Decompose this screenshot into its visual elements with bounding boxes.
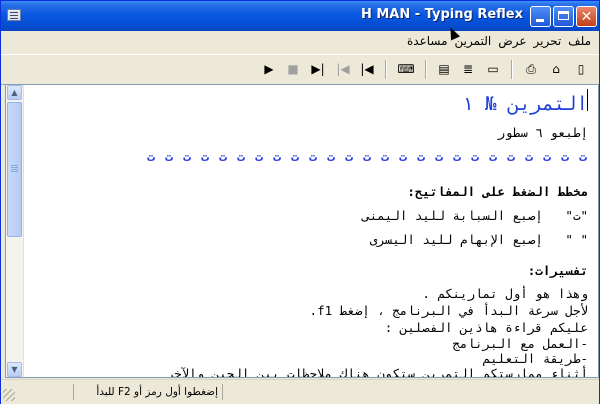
toolbar-separator — [385, 60, 387, 79]
open-icon[interactable]: ⌂ — [546, 60, 566, 78]
keyboard-app-icon[interactable] — [7, 9, 21, 21]
drill-char: ت — [471, 150, 479, 165]
keymap-key: " " — [565, 232, 588, 247]
page-lines-icon[interactable]: ≣ — [458, 60, 478, 78]
keymap-desc: إصبع السبابة لليد اليمنى — [362, 208, 543, 223]
drill-char: ت — [579, 150, 587, 165]
drill-line: تتتتتتتتتتتتتتتتتتتتتتتتت — [146, 150, 588, 165]
toolbar-separator — [511, 60, 513, 79]
keyboard-icon[interactable]: ⌨ — [396, 60, 416, 78]
drill-char: ت — [345, 150, 353, 165]
title-bar[interactable]: H MAN - Typing Reflex ✕ — [1, 1, 599, 31]
drill-char: ت — [165, 150, 173, 165]
keymap-key: "ت" — [565, 208, 588, 223]
instruction-line: إطبعو ٦ سطور — [497, 125, 588, 140]
menu-edit[interactable]: تحرير — [534, 34, 562, 48]
maximize-button[interactable] — [553, 6, 574, 27]
drill-char: ت — [399, 150, 407, 165]
drill-char: ت — [543, 150, 551, 165]
drill-char: ت — [273, 150, 281, 165]
scroll-down-icon[interactable]: ▼ — [7, 362, 22, 377]
keymap-title: مخطط الضغط على المفاتيح: — [407, 184, 588, 199]
status-bar: إضغطوا أول رمز أو F2 للبدأ — [1, 379, 599, 404]
drill-char: ت — [507, 150, 515, 165]
drill-char: ت — [327, 150, 335, 165]
keymap-row-2: " " إصبع الإبهام لليد اليسرى — [370, 232, 588, 247]
drill-char: ت — [237, 150, 245, 165]
drill-char: ت — [525, 150, 533, 165]
drill-char: ت — [291, 150, 299, 165]
page-list-icon[interactable]: ▤ — [434, 60, 454, 78]
menu-view[interactable]: عرض — [498, 34, 526, 48]
exercise-text: التمرين № ١ إطبعو ٦ سطور تتتتتتتتتتتتتتت… — [26, 85, 594, 377]
drill-char: ت — [219, 150, 227, 165]
new-icon[interactable]: ▯ — [571, 60, 591, 78]
minimize-button[interactable] — [530, 6, 551, 27]
window-title: H MAN - Typing Reflex — [360, 7, 523, 22]
keymap-desc: إصبع الإبهام لليد اليسرى — [369, 232, 543, 247]
explanation-line: عليكم قراءة هاذين الفصلين : — [384, 320, 588, 335]
explanation-line: لأجل سرعة البدأ في البرنامج ، إضغط f1. — [309, 303, 588, 318]
exercise-heading: التمرين № ١ — [462, 93, 588, 115]
drill-char: ت — [561, 150, 569, 165]
print-icon[interactable]: ⎙ — [521, 60, 541, 78]
vertical-scrollbar[interactable]: ▲ ▼ — [6, 85, 24, 377]
drill-char: ت — [435, 150, 443, 165]
document-area[interactable]: ▲ ▼ التمرين № ١ إطبعو ٦ سطور تتتتتتتتتتت… — [5, 84, 599, 378]
close-button[interactable]: ✕ — [576, 6, 597, 27]
menu-help[interactable]: مساعدة — [407, 34, 448, 48]
keymap-row-1: "ت" إصبع السبابة لليد اليمنى — [362, 208, 588, 223]
drill-char: ت — [489, 150, 497, 165]
drill-char: ت — [453, 150, 461, 165]
toolbar-separator — [425, 60, 427, 79]
app-window: H MAN - Typing Reflex ✕ ملف تحرير عرض ال… — [0, 0, 600, 404]
play-icon[interactable]: ▶ — [259, 60, 279, 78]
explanation-line: -العمل مع البرنامج — [452, 336, 588, 351]
explanation-line: أثناء ممارستكم التمرين ستكون هناك ملاحظا… — [166, 366, 588, 378]
explanations-title: تفسيرات: — [527, 263, 588, 278]
drill-char: ت — [417, 150, 425, 165]
drill-char: ت — [147, 150, 155, 165]
drill-char: ت — [201, 150, 209, 165]
drill-char: ت — [309, 150, 317, 165]
menu-file[interactable]: ملف — [568, 34, 591, 48]
step-forward-icon[interactable]: ▶| — [308, 60, 328, 78]
drill-char: ت — [363, 150, 371, 165]
drill-char: ت — [381, 150, 389, 165]
drill-char: ت — [183, 150, 191, 165]
page-icon[interactable]: ▭ — [483, 60, 503, 78]
resize-grip-icon[interactable] — [3, 389, 15, 401]
stop-icon[interactable]: ■ — [283, 60, 303, 78]
step-back-icon[interactable]: |◀ — [333, 60, 353, 78]
explanation-line: -طريقة التعليم — [482, 351, 588, 366]
explanation-line: وهذا هو أول تمارينكم . — [422, 286, 588, 301]
skip-back-icon[interactable]: |◀ — [357, 60, 377, 78]
status-hint: إضغطوا أول رمز أو F2 للبدأ — [73, 384, 223, 400]
scroll-up-icon[interactable]: ▲ — [7, 85, 22, 100]
scroll-thumb[interactable] — [7, 102, 22, 237]
menu-bar: ملف تحرير عرض التمرين مساعدة — [1, 31, 599, 53]
toolbar: ▶ ■ ▶| |◀ |◀ ⌨ ▤ ≣ ▭ ⎙ ⌂ ▯ — [1, 54, 599, 85]
close-icon: ✕ — [580, 9, 593, 25]
drill-char: ت — [255, 150, 263, 165]
